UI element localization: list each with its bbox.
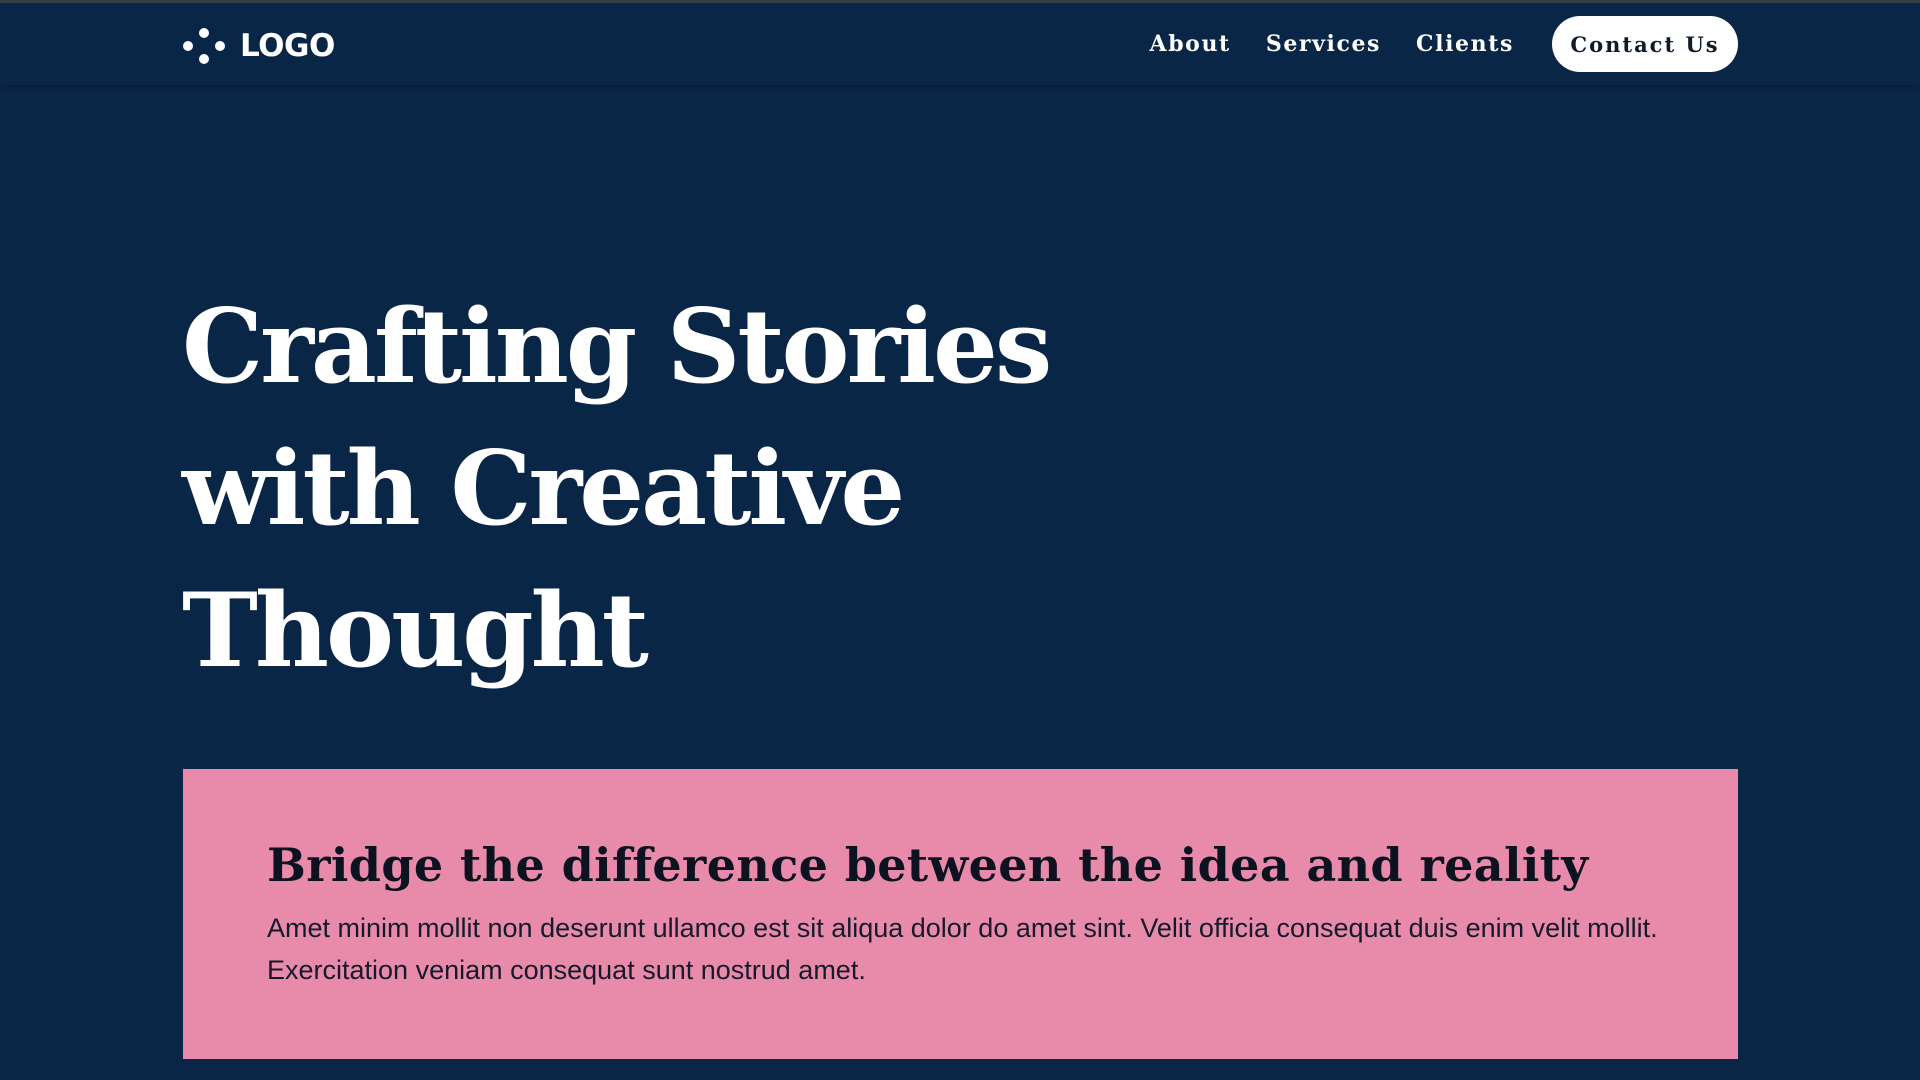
- nav-link-services[interactable]: Services: [1266, 31, 1381, 57]
- logo-link[interactable]: LOGO: [182, 24, 335, 68]
- feature-card-title: Bridge the difference between the idea a…: [267, 838, 1589, 892]
- top-navbar: LOGO About Services Clients Contact Us: [0, 3, 1920, 85]
- hero-title-line-1: Crafting Stories: [182, 287, 1052, 407]
- feature-card: Bridge the difference between the idea a…: [183, 769, 1738, 1059]
- hero-title-line-2: with Creative: [182, 429, 905, 549]
- main-nav: About Services Clients Contact Us: [1150, 16, 1738, 72]
- nav-link-about[interactable]: About: [1150, 31, 1231, 57]
- contact-us-button[interactable]: Contact Us: [1552, 16, 1738, 72]
- feature-card-body: Amet minim mollit non deserunt ullamco e…: [267, 913, 1658, 985]
- logo-icon: [182, 24, 226, 68]
- hero-title: Crafting Stories with Creative Thought: [182, 276, 1182, 702]
- hero-title-line-3: Thought: [182, 571, 649, 691]
- nav-link-clients[interactable]: Clients: [1416, 31, 1514, 57]
- logo-text: LOGO: [240, 27, 335, 64]
